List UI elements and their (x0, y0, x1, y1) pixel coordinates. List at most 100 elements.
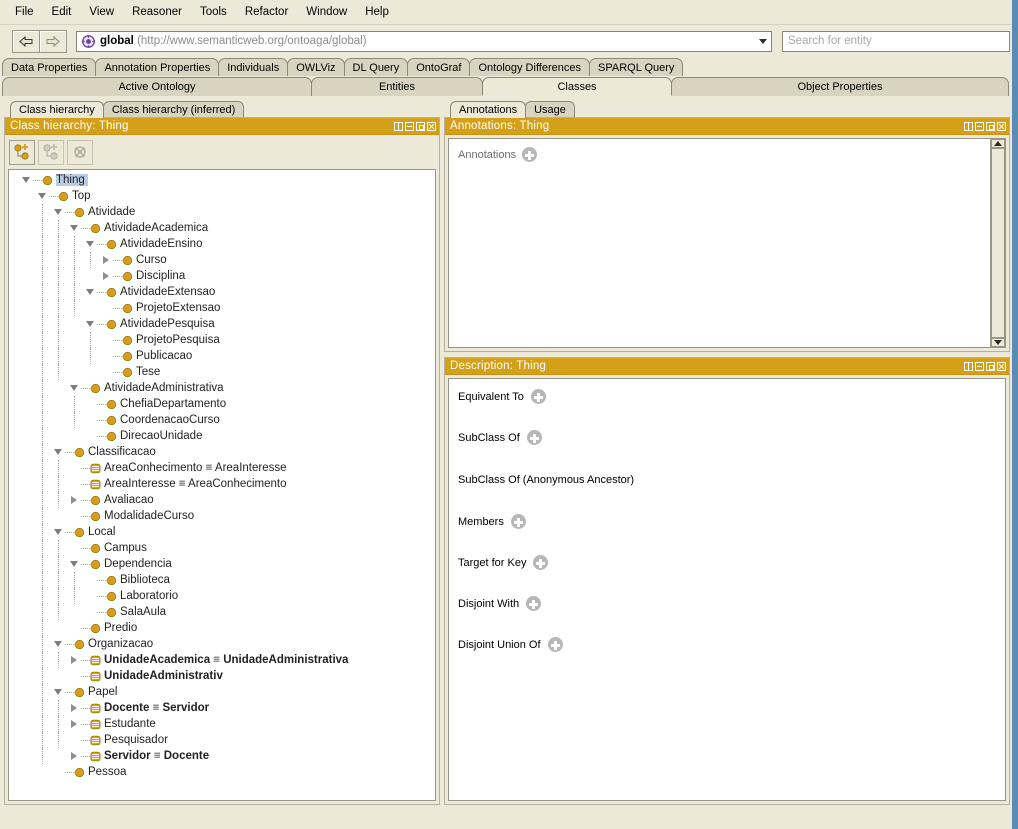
split-icon[interactable] (964, 121, 973, 131)
menu-item-edit[interactable]: Edit (43, 3, 81, 21)
class-tree-item[interactable]: CoordenacaoCurso (9, 412, 435, 428)
expand-toggle-closed-icon[interactable] (67, 716, 81, 732)
class-tree-item[interactable]: ChefiaDepartamento (9, 396, 435, 412)
class-tree-item[interactable]: AtividadeAcademica (9, 220, 435, 236)
class-tree-item[interactable]: Tese (9, 364, 435, 380)
expand-toggle-closed-icon[interactable] (67, 700, 81, 716)
class-tree-item[interactable]: Biblioteca (9, 572, 435, 588)
class-tree-item[interactable]: Estudante (9, 716, 435, 732)
add-annotation-button[interactable] (522, 147, 538, 162)
scroll-down-button[interactable] (991, 338, 1005, 347)
minimize-icon[interactable] (405, 121, 414, 131)
view-tab-annotations[interactable]: Annotations (450, 101, 527, 118)
menu-item-tools[interactable]: Tools (191, 3, 236, 21)
menu-item-help[interactable]: Help (356, 3, 398, 21)
view-tab-usage[interactable]: Usage (525, 101, 575, 118)
add-disjoint-union-of-button[interactable] (547, 637, 563, 652)
expand-toggle-closed-icon[interactable] (99, 252, 113, 268)
class-tree-item[interactable]: UnidadeAdministrativ (9, 668, 435, 684)
tab-data-properties[interactable]: Data Properties (2, 58, 97, 76)
class-tree-item[interactable]: Dependencia (9, 556, 435, 572)
maximize-icon[interactable] (416, 121, 425, 131)
class-tree-item[interactable]: AreaConhecimento ≡ AreaInteresse (9, 460, 435, 476)
class-tree-item[interactable]: AtividadeExtensao (9, 284, 435, 300)
maximize-icon[interactable] (986, 121, 995, 131)
menu-item-file[interactable]: File (6, 3, 43, 21)
tab-classes[interactable]: Classes (482, 77, 672, 96)
class-tree-item[interactable]: UnidadeAcademica ≡ UnidadeAdministrativa (9, 652, 435, 668)
class-tree-item[interactable]: Thing (9, 172, 435, 188)
class-tree-item[interactable]: Pesquisador (9, 732, 435, 748)
class-tree-item[interactable]: ProjetoExtensao (9, 300, 435, 316)
split-icon[interactable] (394, 121, 403, 131)
split-icon[interactable] (964, 361, 973, 371)
add-target-for-key-button[interactable] (533, 555, 549, 570)
tab-owlviz[interactable]: OWLViz (287, 58, 345, 76)
class-tree-item[interactable]: AtividadeEnsino (9, 236, 435, 252)
class-tree-container[interactable]: Thing Top Atividade AtividadeAcademica Ativi… (8, 169, 436, 801)
expand-toggle-closed-icon[interactable] (67, 492, 81, 508)
annotations-scrollbar[interactable] (990, 139, 1005, 347)
class-tree-item[interactable]: Docente ≡ Servidor (9, 700, 435, 716)
expand-toggle-open-icon[interactable] (83, 236, 97, 252)
close-icon[interactable] (427, 121, 436, 131)
expand-toggle-open-icon[interactable] (83, 284, 97, 300)
tab-ontology-differences[interactable]: Ontology Differences (469, 58, 590, 76)
menu-item-refactor[interactable]: Refactor (236, 3, 297, 21)
menu-item-window[interactable]: Window (297, 3, 356, 21)
expand-toggle-closed-icon[interactable] (67, 748, 81, 764)
add-subclass-of-button[interactable] (526, 430, 542, 445)
class-tree-item[interactable]: Servidor ≡ Docente (9, 748, 435, 764)
class-tree-item[interactable]: DirecaoUnidade (9, 428, 435, 444)
back-button[interactable] (12, 29, 40, 53)
class-tree-item[interactable]: SalaAula (9, 604, 435, 620)
class-tree-item[interactable]: Disciplina (9, 268, 435, 284)
add-members-button[interactable] (510, 514, 526, 529)
view-tab-class-hierarchy-inferred-[interactable]: Class hierarchy (inferred) (102, 101, 245, 118)
expand-toggle-open-icon[interactable] (67, 380, 81, 396)
expand-toggle-open-icon[interactable] (35, 188, 49, 204)
class-tree-item[interactable]: Curso (9, 252, 435, 268)
scroll-up-button[interactable] (991, 139, 1005, 148)
class-tree-item[interactable]: AtividadeAdministrativa (9, 380, 435, 396)
class-tree-item[interactable]: AtividadePesquisa (9, 316, 435, 332)
class-tree-item[interactable]: Organizacao (9, 636, 435, 652)
delete-class-button[interactable] (67, 139, 93, 165)
forward-button[interactable] (40, 29, 67, 53)
scroll-thumb[interactable] (991, 148, 1005, 338)
expand-toggle-open-icon[interactable] (51, 204, 65, 220)
class-tree-item[interactable]: Pessoa (9, 764, 435, 780)
scroll-track[interactable] (991, 148, 1005, 338)
add-equivalent-to-button[interactable] (530, 389, 546, 404)
view-tab-class-hierarchy[interactable]: Class hierarchy (10, 101, 104, 118)
tab-annotation-properties[interactable]: Annotation Properties (95, 58, 220, 76)
expand-toggle-open-icon[interactable] (51, 636, 65, 652)
menu-item-view[interactable]: View (80, 3, 123, 21)
tab-dl-query[interactable]: DL Query (343, 58, 409, 76)
expand-toggle-closed-icon[interactable] (99, 268, 113, 284)
chevron-down-icon[interactable] (759, 38, 767, 44)
class-tree-item[interactable]: Top (9, 188, 435, 204)
expand-toggle-open-icon[interactable] (83, 316, 97, 332)
class-tree-item[interactable]: Publicacao (9, 348, 435, 364)
expand-toggle-open-icon[interactable] (51, 684, 65, 700)
close-icon[interactable] (997, 361, 1006, 371)
expand-toggle-open-icon[interactable] (51, 524, 65, 540)
tab-active-ontology[interactable]: Active Ontology (2, 77, 312, 96)
class-tree-item[interactable]: Classificacao (9, 444, 435, 460)
expand-toggle-open-icon[interactable] (67, 556, 81, 572)
tab-ontograf[interactable]: OntoGraf (407, 58, 471, 76)
menu-item-reasoner[interactable]: Reasoner (123, 3, 191, 21)
class-tree-item[interactable]: ModalidadeCurso (9, 508, 435, 524)
add-sibling-class-button[interactable] (38, 139, 64, 165)
class-tree-item[interactable]: Avaliacao (9, 492, 435, 508)
class-tree-item[interactable]: Atividade (9, 204, 435, 220)
minimize-icon[interactable] (975, 121, 984, 131)
expand-toggle-open-icon[interactable] (51, 444, 65, 460)
close-icon[interactable] (997, 121, 1006, 131)
search-input[interactable]: Search for entity (782, 30, 1010, 52)
tab-object-properties[interactable]: Object Properties (671, 77, 1009, 96)
class-tree-item[interactable]: Laboratorio (9, 588, 435, 604)
add-subclass-button[interactable] (9, 139, 35, 165)
class-tree-item[interactable]: AreaInteresse ≡ AreaConhecimento (9, 476, 435, 492)
